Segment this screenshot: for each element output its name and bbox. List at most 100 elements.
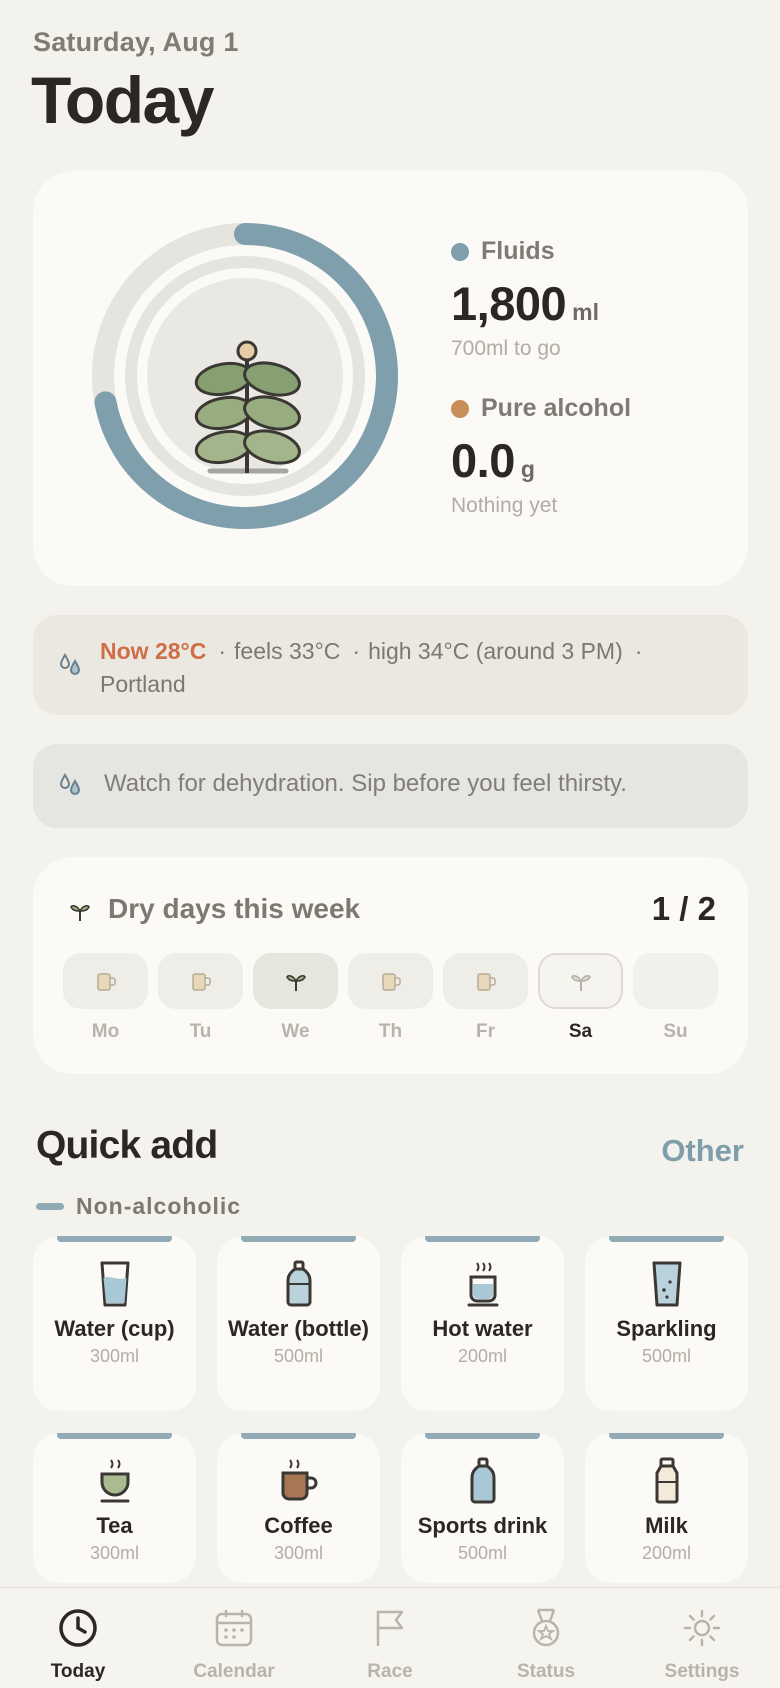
weather-bar[interactable]: Now 28°C · feels 33°C · high 34°C (around 3 …: [33, 615, 748, 715]
fluids-unit: ml: [572, 299, 599, 325]
weather-summary: Now 28°C · feels 33°C · high 34°C (around 3 …: [100, 638, 643, 697]
quick-add-coffee[interactable]: Coffee 300ml: [217, 1433, 380, 1583]
water-cup-icon: [100, 1261, 129, 1307]
tip-text: Watch for dehydration. Sip before you fe…: [104, 770, 627, 797]
fluids-remaining: 700ml to go: [451, 337, 561, 360]
day-fr[interactable]: Fr: [443, 953, 528, 1043]
day-label: Su: [663, 1021, 688, 1042]
flag-icon: [376, 1610, 404, 1646]
item-volume: 500ml: [457, 1543, 508, 1563]
coffee-icon: [281, 1459, 317, 1501]
dry-days-card[interactable]: Dry days this week 1 / 2 Mo Tu We Th Fr …: [33, 857, 748, 1074]
water-drops-icon: [59, 653, 81, 675]
alcohol-label: Pure alcohol: [481, 394, 632, 422]
item-volume: 300ml: [89, 1346, 140, 1366]
beer-mug-icon: [191, 973, 211, 991]
day-label: Mo: [91, 1021, 120, 1042]
other-button[interactable]: Other: [661, 1133, 744, 1169]
clock-icon: [59, 1609, 97, 1647]
dry-days-count: 1 / 2: [651, 890, 716, 927]
sprout-icon: [285, 975, 306, 991]
quick-add-sparkling[interactable]: Sparkling 500ml: [585, 1236, 748, 1411]
hot-water-icon: [467, 1262, 498, 1307]
item-volume: 200ml: [457, 1346, 508, 1366]
tab-label: Status: [516, 1661, 576, 1682]
day-label: Fr: [476, 1021, 495, 1042]
weather-city: Portland: [100, 671, 186, 697]
tab-race[interactable]: Race: [312, 1588, 468, 1688]
quick-add-milk[interactable]: Milk 200ml: [585, 1433, 748, 1583]
sprout-icon: [70, 905, 90, 921]
fluid-ring: [90, 221, 400, 531]
fluids-stat: Fluids 1,800 ml 700ml to go: [451, 237, 599, 361]
item-name: Sports drink: [417, 1513, 548, 1538]
date-label: Saturday, Aug 1: [33, 27, 239, 57]
week-days: Mo Tu We Th Fr Sa Su: [63, 953, 718, 1043]
alcohol-value: 0.0: [451, 434, 515, 487]
day-su[interactable]: Su: [633, 953, 718, 1043]
weather-feels: feels 33°C: [234, 638, 341, 664]
fluids-dot-icon: [451, 242, 469, 261]
water-drops-icon: [59, 773, 81, 795]
item-volume: 500ml: [273, 1346, 324, 1366]
day-label: Tu: [189, 1021, 212, 1042]
water-bottle-icon: [286, 1260, 311, 1307]
summary-card[interactable]: Fluids 1,800 ml 700ml to go Pure alcohol …: [33, 171, 748, 586]
day-mo[interactable]: Mo: [63, 953, 148, 1043]
tab-today[interactable]: Today: [0, 1588, 156, 1688]
sparkling-icon: [652, 1261, 681, 1307]
item-volume: 200ml: [641, 1543, 692, 1563]
hydration-tip: Watch for dehydration. Sip before you fe…: [33, 744, 748, 828]
quick-add-water-cup[interactable]: Water (cup) 300ml: [33, 1236, 196, 1411]
fluids-label: Fluids: [481, 237, 555, 265]
item-name: Coffee: [264, 1513, 333, 1538]
item-volume: 500ml: [641, 1346, 692, 1366]
alcohol-stat: Pure alcohol 0.0 g Nothing yet: [451, 394, 631, 518]
day-tu[interactable]: Tu: [158, 953, 243, 1043]
dry-days-title: Dry days this week: [108, 893, 361, 924]
item-volume: 300ml: [273, 1543, 324, 1563]
beer-mug-icon: [476, 973, 496, 991]
item-name: Hot water: [432, 1316, 533, 1341]
alcohol-unit: g: [520, 456, 535, 482]
day-label: Th: [378, 1021, 403, 1042]
quick-add-hot-water[interactable]: Hot water 200ml: [401, 1236, 564, 1411]
beer-mug-icon: [381, 973, 401, 991]
calendar-icon: [215, 1610, 253, 1647]
sprout-icon: [570, 975, 591, 991]
tab-label: Today: [50, 1661, 106, 1682]
quick-add-title: Quick add: [36, 1124, 218, 1167]
item-name: Water (bottle): [228, 1316, 369, 1341]
section-marker: [36, 1203, 64, 1210]
section-non-alcoholic: Non-alcoholic: [36, 1193, 241, 1220]
beer-mug-icon: [96, 973, 116, 991]
alcohol-note: Nothing yet: [451, 494, 558, 517]
day-we[interactable]: We: [253, 953, 338, 1043]
tab-settings[interactable]: Settings: [624, 1588, 780, 1688]
item-volume: 300ml: [89, 1543, 140, 1563]
tab-calendar[interactable]: Calendar: [156, 1588, 312, 1688]
section-label: Non-alcoholic: [76, 1193, 242, 1219]
tea-icon: [100, 1459, 129, 1503]
sports-drink-icon: [470, 1457, 495, 1504]
milk-icon: [655, 1457, 678, 1504]
tab-bar: Today Calendar Race Status Settings: [0, 1587, 780, 1688]
weather-high: high 34°C (around 3 PM): [368, 638, 623, 664]
day-sa[interactable]: Sa: [538, 953, 623, 1043]
tab-status[interactable]: Status: [468, 1588, 624, 1688]
gear-icon: [683, 1609, 721, 1647]
quick-add-tea[interactable]: Tea 300ml: [33, 1433, 196, 1583]
page-title: Today: [31, 63, 214, 137]
item-name: Water (cup): [54, 1316, 175, 1341]
item-name: Tea: [96, 1513, 133, 1538]
quick-add-water-bottle[interactable]: Water (bottle) 500ml: [217, 1236, 380, 1411]
day-label: We: [281, 1021, 310, 1042]
quick-add-sports-drink[interactable]: Sports drink 500ml: [401, 1433, 564, 1583]
tab-label: Settings: [664, 1661, 740, 1682]
item-name: Milk: [645, 1513, 688, 1538]
weather-now: Now 28°C: [100, 638, 207, 664]
item-name: Sparkling: [616, 1316, 717, 1341]
day-label: Sa: [568, 1021, 593, 1042]
day-th[interactable]: Th: [348, 953, 433, 1043]
medal-icon: [532, 1608, 560, 1647]
